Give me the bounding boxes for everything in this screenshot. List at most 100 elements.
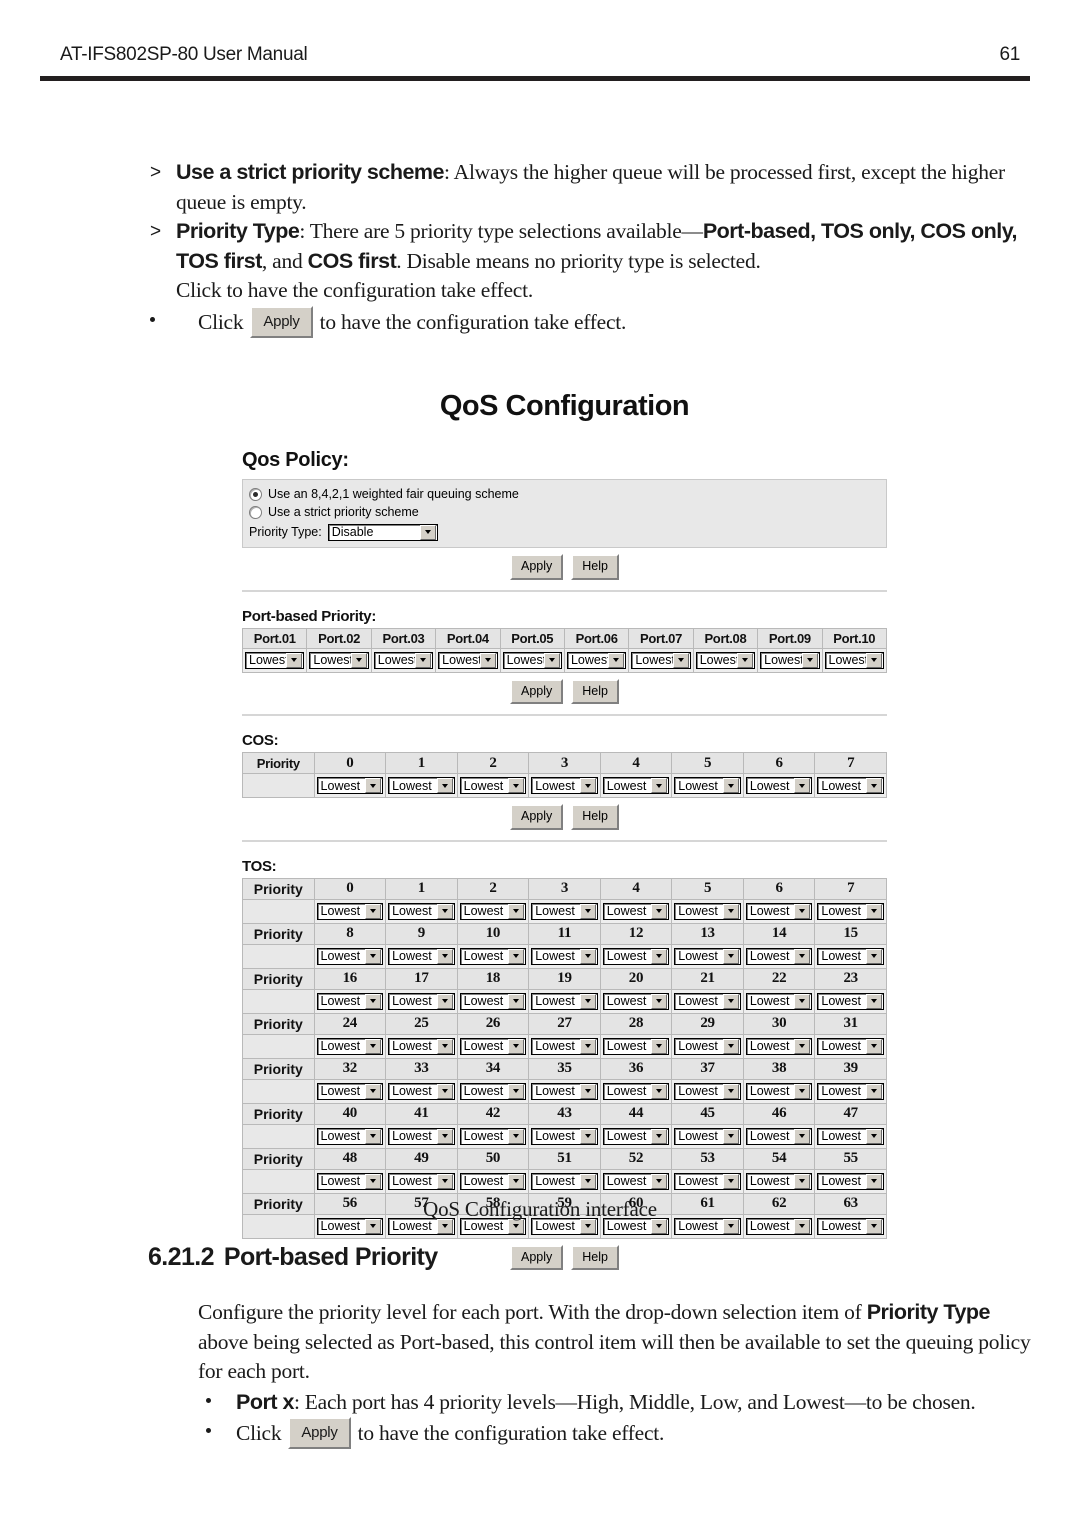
tos-priority-select-6[interactable]: Lowest: [745, 902, 813, 920]
chevron-down-icon[interactable]: [651, 1173, 668, 1189]
cos-apply-button[interactable]: Apply: [510, 804, 564, 830]
tos-priority-select-45[interactable]: Lowest: [674, 1127, 741, 1145]
tos-priority-select-51[interactable]: Lowest: [531, 1172, 598, 1190]
chevron-down-icon[interactable]: [722, 1173, 739, 1189]
cos-priority-select-2[interactable]: Lowest: [459, 777, 527, 794]
chevron-down-icon[interactable]: [436, 1083, 453, 1099]
chevron-down-icon[interactable]: [794, 1173, 811, 1189]
tos-priority-select-47[interactable]: Lowest: [817, 1127, 884, 1145]
tos-priority-select-18[interactable]: Lowest: [459, 992, 527, 1010]
cos-priority-select-3[interactable]: Lowest: [531, 777, 598, 794]
tos-priority-select-33[interactable]: Lowest: [388, 1082, 455, 1100]
chevron-down-icon[interactable]: [579, 903, 596, 919]
qos-policy-apply-button[interactable]: Apply: [510, 554, 564, 580]
port-priority-select-1[interactable]: Lowest: [245, 651, 305, 669]
chevron-down-icon[interactable]: [365, 778, 382, 793]
tos-priority-select-15[interactable]: Lowest: [817, 947, 884, 965]
port-priority-select-10[interactable]: Lowest: [824, 651, 884, 669]
chevron-down-icon[interactable]: [722, 903, 739, 919]
port-priority-select-8[interactable]: Lowest: [695, 651, 756, 669]
chevron-down-icon[interactable]: [794, 778, 811, 793]
chevron-down-icon[interactable]: [801, 652, 818, 668]
chevron-down-icon[interactable]: [436, 1128, 453, 1144]
tos-priority-select-2[interactable]: Lowest: [459, 902, 527, 920]
radio-wfq-icon[interactable]: [249, 487, 262, 501]
tos-priority-select-35[interactable]: Lowest: [531, 1082, 598, 1100]
chevron-down-icon[interactable]: [866, 1083, 882, 1099]
chevron-down-icon[interactable]: [672, 652, 689, 668]
cos-priority-select-5[interactable]: Lowest: [674, 777, 741, 794]
tos-priority-select-31[interactable]: Lowest: [817, 1037, 884, 1055]
port-priority-select-9[interactable]: Lowest: [760, 651, 820, 669]
tos-priority-select-9[interactable]: Lowest: [388, 947, 455, 965]
radio-option-strict-priority[interactable]: Use a strict priority scheme: [249, 503, 880, 521]
tos-priority-select-32[interactable]: Lowest: [316, 1082, 384, 1100]
radio-option-weighted-fair-queuing[interactable]: Use an 8,4,2,1 weighted fair queuing sch…: [249, 485, 880, 503]
chevron-down-icon[interactable]: [436, 948, 453, 964]
chevron-down-icon[interactable]: [866, 1128, 882, 1144]
tos-priority-select-41[interactable]: Lowest: [388, 1127, 455, 1145]
priority-type-select[interactable]: Disable: [327, 523, 438, 541]
chevron-down-icon[interactable]: [722, 993, 739, 1009]
port-priority-select-2[interactable]: Lowest: [309, 651, 369, 669]
chevron-down-icon[interactable]: [286, 652, 303, 668]
chevron-down-icon[interactable]: [866, 903, 882, 919]
chevron-down-icon[interactable]: [419, 524, 436, 540]
chevron-down-icon[interactable]: [508, 778, 525, 793]
tos-priority-select-49[interactable]: Lowest: [388, 1172, 455, 1190]
chevron-down-icon[interactable]: [794, 1038, 811, 1054]
tos-priority-select-43[interactable]: Lowest: [531, 1127, 598, 1145]
chevron-down-icon[interactable]: [508, 1173, 525, 1189]
tos-priority-select-17[interactable]: Lowest: [388, 992, 455, 1010]
port-based-apply-button[interactable]: Apply: [510, 678, 564, 704]
chevron-down-icon[interactable]: [350, 652, 367, 668]
chevron-down-icon[interactable]: [365, 948, 382, 964]
chevron-down-icon[interactable]: [508, 948, 525, 964]
port-priority-select-4[interactable]: Lowest: [438, 651, 498, 669]
chevron-down-icon[interactable]: [579, 993, 596, 1009]
chevron-down-icon[interactable]: [651, 1038, 668, 1054]
tos-priority-select-52[interactable]: Lowest: [602, 1172, 670, 1190]
cos-priority-select-1[interactable]: Lowest: [388, 777, 455, 794]
chevron-down-icon[interactable]: [508, 903, 525, 919]
tos-priority-select-30[interactable]: Lowest: [745, 1037, 813, 1055]
tos-priority-select-53[interactable]: Lowest: [674, 1172, 741, 1190]
tos-priority-select-21[interactable]: Lowest: [674, 992, 741, 1010]
chevron-down-icon[interactable]: [579, 1083, 596, 1099]
chevron-down-icon[interactable]: [866, 1038, 882, 1054]
chevron-down-icon[interactable]: [722, 1038, 739, 1054]
chevron-down-icon[interactable]: [608, 652, 625, 668]
chevron-down-icon[interactable]: [436, 903, 453, 919]
tos-priority-select-5[interactable]: Lowest: [674, 902, 741, 920]
chevron-down-icon[interactable]: [651, 778, 668, 793]
chevron-down-icon[interactable]: [508, 1128, 525, 1144]
chevron-down-icon[interactable]: [737, 652, 754, 668]
tos-priority-select-39[interactable]: Lowest: [817, 1082, 884, 1100]
chevron-down-icon[interactable]: [866, 993, 882, 1009]
tos-priority-select-36[interactable]: Lowest: [602, 1082, 670, 1100]
tos-priority-select-7[interactable]: Lowest: [817, 902, 884, 920]
chevron-down-icon[interactable]: [365, 1083, 382, 1099]
tos-priority-select-20[interactable]: Lowest: [602, 992, 670, 1010]
chevron-down-icon[interactable]: [579, 1173, 596, 1189]
tos-priority-select-34[interactable]: Lowest: [459, 1082, 527, 1100]
cos-priority-select-0[interactable]: Lowest: [316, 777, 384, 794]
tos-priority-select-29[interactable]: Lowest: [674, 1037, 741, 1055]
chevron-down-icon[interactable]: [651, 993, 668, 1009]
tos-priority-select-55[interactable]: Lowest: [817, 1172, 884, 1190]
tos-priority-select-10[interactable]: Lowest: [459, 947, 527, 965]
tos-priority-select-54[interactable]: Lowest: [745, 1172, 813, 1190]
chevron-down-icon[interactable]: [794, 903, 811, 919]
tos-priority-select-1[interactable]: Lowest: [388, 902, 455, 920]
tos-priority-select-40[interactable]: Lowest: [316, 1127, 384, 1145]
apply-button-inline[interactable]: Apply: [288, 1417, 351, 1449]
chevron-down-icon[interactable]: [866, 652, 882, 668]
chevron-down-icon[interactable]: [508, 993, 525, 1009]
chevron-down-icon[interactable]: [866, 1173, 882, 1189]
chevron-down-icon[interactable]: [794, 1128, 811, 1144]
tos-priority-select-8[interactable]: Lowest: [316, 947, 384, 965]
chevron-down-icon[interactable]: [794, 993, 811, 1009]
tos-help-button[interactable]: Help: [571, 1244, 619, 1270]
chevron-down-icon[interactable]: [365, 903, 382, 919]
tos-priority-select-37[interactable]: Lowest: [674, 1082, 741, 1100]
